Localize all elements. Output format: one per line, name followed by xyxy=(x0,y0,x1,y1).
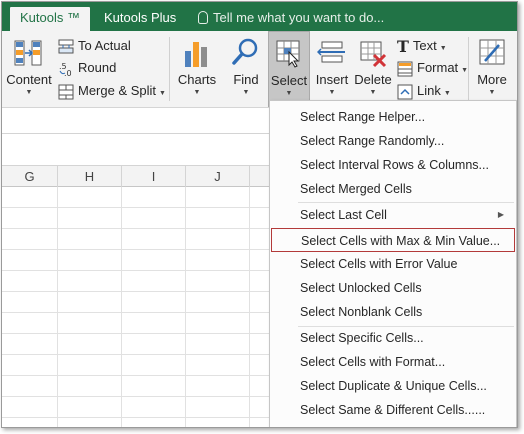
chevron-down-icon: ▼ xyxy=(193,89,201,96)
menu-item-select-error-value[interactable]: Select Cells with Error Value xyxy=(270,252,516,276)
lightbulb-icon xyxy=(198,11,208,24)
text-button[interactable]: T Text ▼ xyxy=(397,36,447,56)
link-icon xyxy=(397,84,413,100)
column-header-g[interactable]: G xyxy=(2,166,58,187)
gridline xyxy=(249,187,250,427)
svg-text:.0: .0 xyxy=(64,69,72,77)
insert-label: Insert xyxy=(315,72,349,87)
tab-kutools-plus[interactable]: Kutools Plus xyxy=(94,7,186,31)
delete-icon xyxy=(360,41,387,68)
round-label: Round xyxy=(78,60,117,75)
select-cells-icon xyxy=(276,40,300,68)
chevron-down-icon: ▼ xyxy=(439,45,447,52)
ribbon-separator xyxy=(169,37,170,101)
ribbon-separator xyxy=(468,37,469,101)
chevron-down-icon: ▼ xyxy=(488,89,496,96)
content-label: Content xyxy=(6,72,52,87)
chevron-down-icon: ▼ xyxy=(242,89,250,96)
format-label: Format xyxy=(417,60,459,75)
content-icon xyxy=(14,40,42,66)
menu-item-select-nonblank-cells[interactable]: Select Nonblank Cells xyxy=(270,300,516,324)
content-button[interactable]: Content ▼ xyxy=(4,31,54,107)
link-label: Link xyxy=(417,83,441,98)
format-icon xyxy=(397,61,413,77)
menu-item-select-duplicate-unique[interactable]: Select Duplicate & Unique Cells... xyxy=(270,374,516,398)
text-label: Text xyxy=(412,38,437,53)
menu-item-select-cells-with-format[interactable]: Select Cells with Format... xyxy=(270,350,516,374)
magnifier-icon xyxy=(232,38,258,65)
chevron-down-icon: ▼ xyxy=(159,90,166,97)
menu-item-select-range-helper[interactable]: Select Range Helper... xyxy=(270,105,516,129)
find-label: Find xyxy=(233,72,259,87)
chevron-down-icon: ▼ xyxy=(328,89,336,96)
chevron-right-icon: ▶ xyxy=(497,210,504,219)
ribbon: Content ▼ To Actual .5 .0 Round Merge & … xyxy=(2,31,517,108)
tab-kutools[interactable]: Kutools ™ xyxy=(10,7,90,31)
to-actual-icon xyxy=(58,39,74,54)
menu-item-select-specific-cells[interactable]: Select Specific Cells... xyxy=(270,326,516,350)
merge-split-label: Merge & Split xyxy=(78,83,157,98)
insert-button[interactable]: Insert ▼ xyxy=(313,31,351,107)
menu-item-select-max-min-value[interactable]: Select Cells with Max & Min Value... xyxy=(271,228,515,252)
menu-item-select-last-cell[interactable]: Select Last Cell ▶ xyxy=(270,203,516,227)
tell-me-text: Tell me what you want to do... xyxy=(213,10,385,25)
more-label: More xyxy=(477,72,507,87)
to-actual-button[interactable]: To Actual xyxy=(58,36,131,56)
menu-item-select-interval-rows-columns[interactable]: Select Interval Rows & Columns... xyxy=(270,153,516,177)
format-button[interactable]: Format ▼ xyxy=(397,58,468,78)
select-button[interactable]: Select ▼ xyxy=(268,31,310,107)
gridline xyxy=(185,187,186,427)
column-header-j[interactable]: J xyxy=(186,166,250,187)
gridline xyxy=(57,187,58,427)
tell-me-box[interactable]: Tell me what you want to do... xyxy=(198,8,384,28)
find-button[interactable]: Find ▼ xyxy=(227,31,265,107)
merge-split-button[interactable]: Merge & Split ▼ xyxy=(58,81,166,101)
round-button[interactable]: .5 .0 Round xyxy=(58,58,116,78)
select-label: Select xyxy=(270,73,308,88)
column-header-h[interactable]: H xyxy=(58,166,122,187)
select-dropdown-menu: Select Range Helper... Select Range Rand… xyxy=(269,100,517,427)
ribbon-tab-strip: Kutools ™ Kutools Plus Tell me what you … xyxy=(2,2,517,31)
menu-item-select-merged-cells[interactable]: Select Merged Cells xyxy=(270,177,516,201)
excel-window: Kutools ™ Kutools Plus Tell me what you … xyxy=(1,1,518,428)
column-header-i[interactable]: I xyxy=(122,166,186,187)
chevron-down-icon: ▼ xyxy=(25,89,33,96)
round-icon: .5 .0 xyxy=(59,62,72,77)
link-button[interactable]: Link ▼ xyxy=(397,81,451,101)
gridline xyxy=(121,187,122,427)
more-icon xyxy=(479,39,505,65)
more-button[interactable]: More ▼ xyxy=(472,31,512,107)
chevron-down-icon: ▼ xyxy=(443,90,451,97)
insert-icon xyxy=(317,41,345,63)
menu-item-label: Select Last Cell xyxy=(300,208,387,222)
menu-item-select-range-randomly[interactable]: Select Range Randomly... xyxy=(270,129,516,153)
charts-icon xyxy=(185,42,207,67)
merge-split-icon xyxy=(58,84,74,100)
chevron-down-icon: ▼ xyxy=(369,89,377,96)
charts-label: Charts xyxy=(177,72,217,87)
menu-item-select-same-different[interactable]: Select Same & Different Cells...... xyxy=(270,398,516,422)
delete-button[interactable]: Delete ▼ xyxy=(353,31,393,107)
menu-item-select-unlocked-cells[interactable]: Select Unlocked Cells xyxy=(270,276,516,300)
text-icon: T xyxy=(397,36,409,56)
charts-button[interactable]: Charts ▼ xyxy=(175,31,219,107)
to-actual-label: To Actual xyxy=(78,38,131,53)
chevron-down-icon: ▼ xyxy=(285,90,293,97)
delete-label: Delete xyxy=(354,72,392,87)
